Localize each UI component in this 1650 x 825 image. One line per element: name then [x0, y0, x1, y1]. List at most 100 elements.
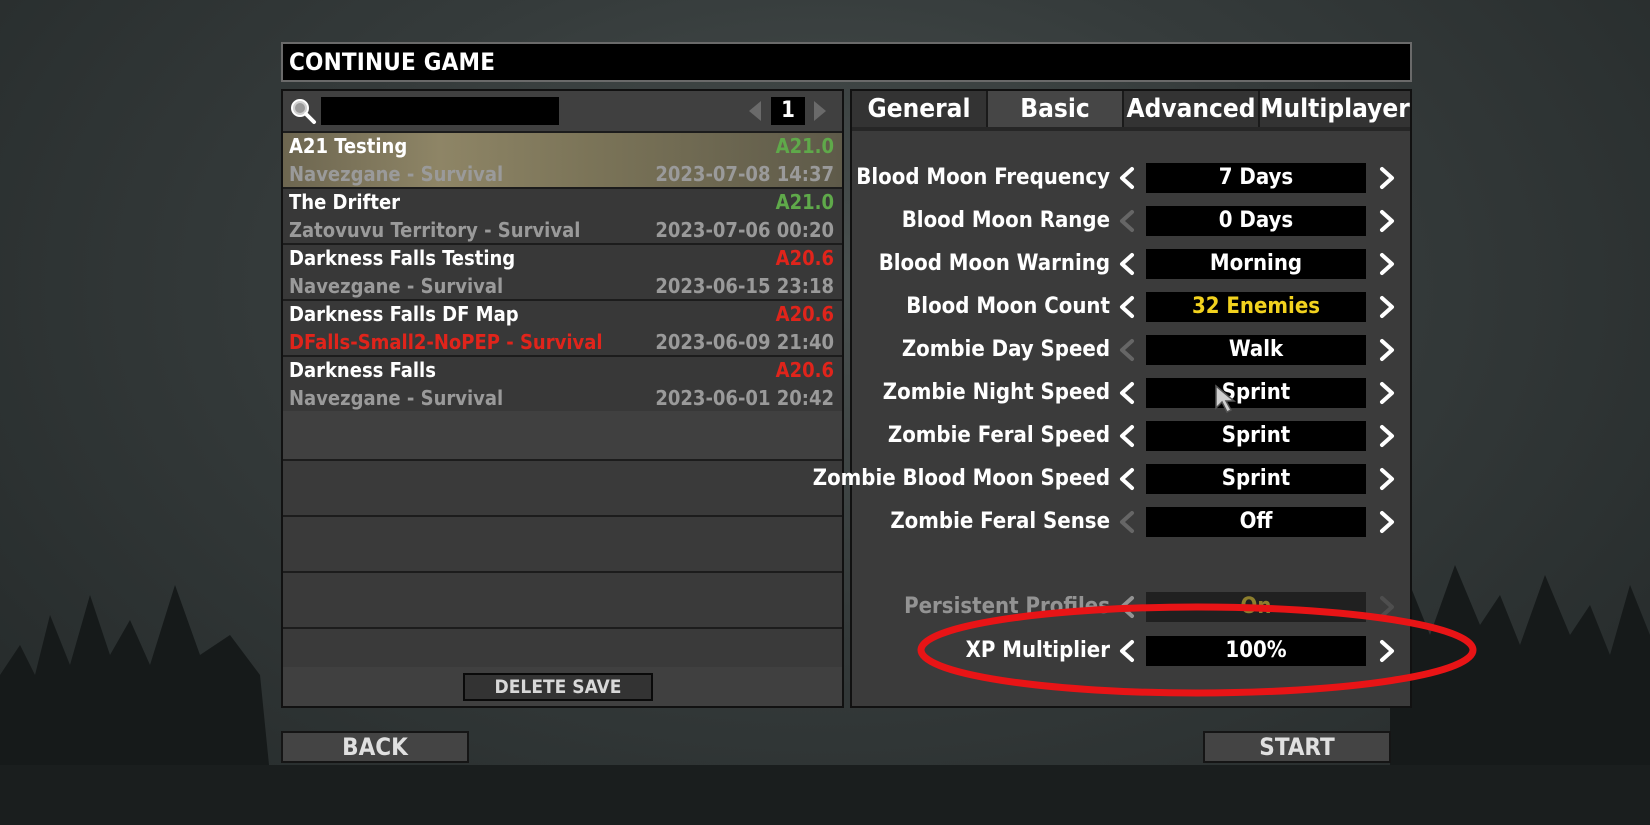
save-world: Navezgane - Survival — [289, 386, 504, 410]
option-value: Sprint — [1146, 378, 1366, 408]
option-value: Sprint — [1146, 464, 1366, 494]
save-row[interactable]: Darkness Falls A20.6 Navezgane - Survival 2… — [283, 355, 842, 411]
option-row: XP Multiplier 100% — [852, 633, 1410, 669]
window-title: CONTINUE GAME — [289, 48, 496, 76]
option-value: On — [1146, 592, 1366, 622]
option-label: Blood Moon Warning — [878, 251, 1110, 276]
option-label: Zombie Night Speed — [882, 380, 1110, 405]
tab-basic[interactable]: Basic — [988, 91, 1124, 127]
save-name: Darkness Falls — [289, 358, 436, 382]
save-version: A20.6 — [775, 358, 834, 382]
save-name: A21 Testing — [289, 134, 408, 158]
option-decrease-arrow-icon[interactable] — [1116, 381, 1138, 405]
option-label: Zombie Blood Moon Speed — [812, 466, 1110, 491]
option-row: Zombie Blood Moon Speed Sprint — [813, 461, 1410, 497]
option-decrease-arrow-icon[interactable] — [1116, 467, 1138, 491]
save-date: 2023-07-06 00:20 — [655, 218, 834, 242]
option-increase-arrow-icon[interactable] — [1376, 424, 1398, 448]
option-increase-arrow-icon[interactable] — [1376, 639, 1398, 663]
option-value: 7 Days — [1146, 163, 1366, 193]
option-increase-arrow-icon[interactable] — [1376, 166, 1398, 190]
save-row[interactable]: Darkness Falls Testing A20.6 Navezgane - S… — [283, 243, 842, 299]
option-increase-arrow-icon[interactable] — [1376, 295, 1398, 319]
save-name: Darkness Falls Testing — [289, 246, 516, 270]
empty-save-slot — [283, 571, 842, 627]
option-label: Zombie Feral Sense — [890, 509, 1110, 534]
option-value: Sprint — [1146, 421, 1366, 451]
saves-panel: 1 A21 Testing A21.0 Navezgane - Survival 20… — [281, 89, 844, 708]
search-bar: 1 — [283, 91, 842, 131]
tabs-divider — [852, 127, 1410, 131]
save-world: Zatovuvu Territory - Survival — [289, 218, 581, 242]
save-date: 2023-07-08 14:37 — [655, 162, 834, 186]
option-decrease-arrow-icon[interactable] — [1116, 295, 1138, 319]
save-world: Navezgane - Survival — [289, 274, 504, 298]
option-row: Zombie Day Speed Walk — [852, 332, 1410, 368]
cursor-icon — [1215, 384, 1237, 414]
option-decrease-arrow-icon[interactable] — [1116, 595, 1138, 619]
option-row: Zombie Night Speed Sprint — [852, 375, 1410, 411]
option-label: Blood Moon Range — [901, 208, 1110, 233]
option-label: Blood Moon Frequency — [856, 165, 1110, 190]
tab-advanced[interactable]: Advanced — [1124, 91, 1260, 127]
save-date: 2023-06-09 21:40 — [655, 330, 834, 354]
save-world: DFalls-Small2-NoPEP - Survival — [289, 330, 603, 354]
option-increase-arrow-icon[interactable] — [1376, 209, 1398, 233]
tab-general[interactable]: General — [852, 91, 988, 127]
option-decrease-arrow-icon[interactable] — [1116, 639, 1138, 663]
back-button[interactable]: BACK — [281, 731, 469, 763]
save-name: Darkness Falls DF Map — [289, 302, 519, 326]
option-increase-arrow-icon[interactable] — [1376, 595, 1398, 619]
save-date: 2023-06-15 23:18 — [655, 274, 834, 298]
page-prev-arrow-icon[interactable] — [743, 99, 767, 123]
option-row: Zombie Feral Speed Sprint — [852, 418, 1410, 454]
option-value: Off — [1146, 507, 1366, 537]
save-name: The Drifter — [289, 190, 401, 214]
option-row: Persistent Profiles On — [852, 589, 1410, 625]
window-title-bar: CONTINUE GAME — [281, 42, 1412, 82]
save-row[interactable]: The Drifter A21.0 Zatovuvu Territory - Sur… — [283, 187, 842, 243]
option-row: Zombie Feral Sense Off — [852, 504, 1410, 540]
option-row: Blood Moon Frequency 7 Days — [852, 160, 1410, 196]
save-row[interactable]: Darkness Falls DF Map A20.6 DFalls-Small2-… — [283, 299, 842, 355]
option-increase-arrow-icon[interactable] — [1376, 381, 1398, 405]
option-decrease-arrow-icon[interactable] — [1116, 424, 1138, 448]
option-decrease-arrow-icon[interactable] — [1116, 166, 1138, 190]
empty-save-slot — [283, 627, 842, 667]
tab-multiplayer[interactable]: Multiplayer — [1260, 91, 1410, 127]
empty-save-slot — [283, 515, 842, 571]
option-increase-arrow-icon[interactable] — [1376, 510, 1398, 534]
option-value: Morning — [1146, 249, 1366, 279]
option-decrease-arrow-icon[interactable] — [1116, 209, 1138, 233]
page-next-arrow-icon[interactable] — [808, 99, 832, 123]
delete-save-button[interactable]: DELETE SAVE — [463, 673, 653, 701]
option-increase-arrow-icon[interactable] — [1376, 338, 1398, 362]
save-version: A20.6 — [775, 302, 834, 326]
option-increase-arrow-icon[interactable] — [1376, 252, 1398, 276]
settings-panel: General Basic Advanced Multiplayer Blood… — [813, 89, 1412, 708]
option-decrease-arrow-icon[interactable] — [1116, 510, 1138, 534]
save-version: A20.6 — [775, 246, 834, 270]
option-row: Blood Moon Range 0 Days — [852, 203, 1410, 239]
save-version: A21.0 — [775, 134, 834, 158]
search-input[interactable] — [321, 97, 559, 125]
option-value: 100% — [1146, 636, 1366, 666]
save-version: A21.0 — [775, 190, 834, 214]
start-button[interactable]: START — [1203, 731, 1391, 763]
option-value: 32 Enemies — [1146, 292, 1366, 322]
option-label: Zombie Feral Speed — [887, 423, 1110, 448]
option-label: Persistent Profiles — [904, 594, 1110, 619]
option-decrease-arrow-icon[interactable] — [1116, 252, 1138, 276]
option-label: XP Multiplier — [965, 638, 1110, 663]
option-value: Walk — [1146, 335, 1366, 365]
option-decrease-arrow-icon[interactable] — [1116, 338, 1138, 362]
empty-save-slot — [283, 459, 842, 515]
save-row[interactable]: A21 Testing A21.0 Navezgane - Survival 2023… — [283, 131, 842, 187]
option-increase-arrow-icon[interactable] — [1376, 467, 1398, 491]
option-row: Blood Moon Count 32 Enemies — [852, 289, 1410, 325]
save-world: Navezgane - Survival — [289, 162, 504, 186]
search-icon — [291, 99, 316, 124]
option-label: Blood Moon Count — [906, 294, 1110, 319]
option-row: Blood Moon Warning Morning — [852, 246, 1410, 282]
save-date: 2023-06-01 20:42 — [655, 386, 834, 410]
